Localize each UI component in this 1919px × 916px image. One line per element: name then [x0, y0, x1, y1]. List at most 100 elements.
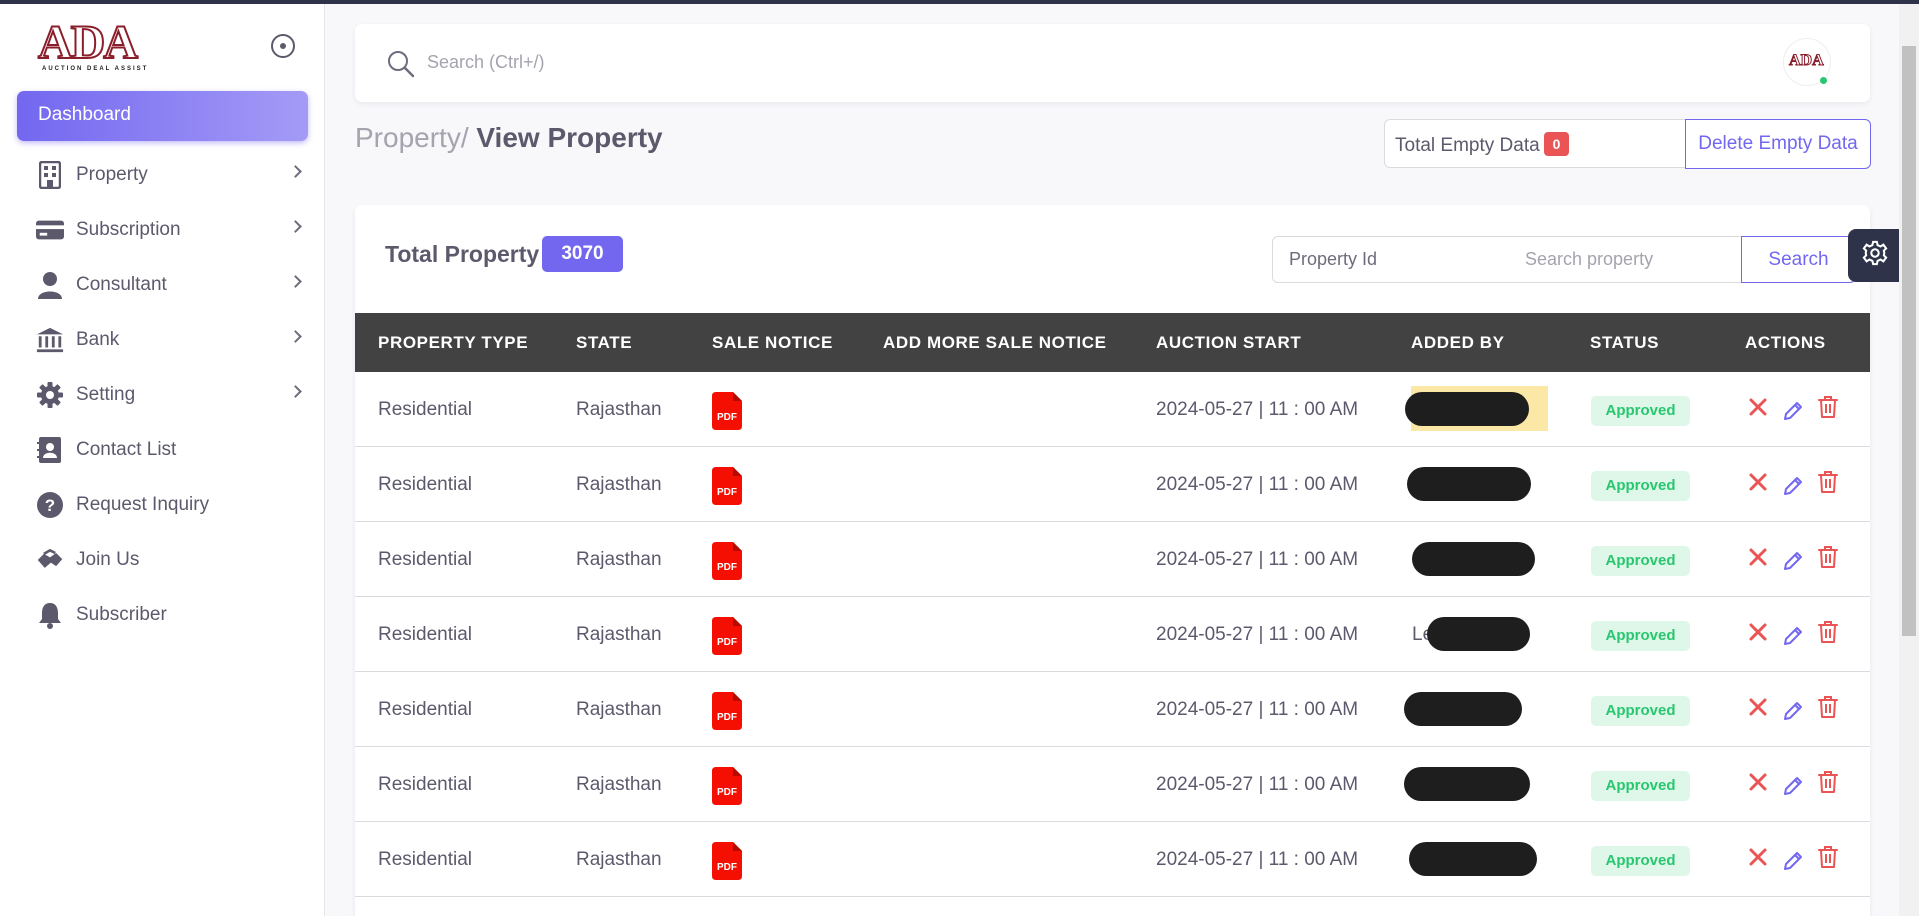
sidebar-item-label: Join Us — [76, 549, 140, 570]
pdf-label: PDF — [717, 787, 737, 798]
pdf-icon[interactable]: PDF — [712, 542, 742, 580]
global-search-input[interactable] — [427, 44, 927, 80]
chevron-right-icon — [289, 330, 302, 343]
property-id-input[interactable] — [1272, 236, 1508, 283]
cell-auction-start: 2024-05-27 | 11 : 00 AM — [1156, 624, 1359, 645]
sidebar-item-contact-list[interactable]: Contact List — [36, 430, 300, 470]
sidebar-item-setting[interactable]: Setting — [36, 375, 302, 415]
sidebar-item-subscription[interactable]: Subscription — [36, 210, 302, 250]
sidebar-item-label: Property — [76, 164, 148, 185]
table-header: PROPERTY TYPE STATE SALE NOTICE ADD MORE… — [355, 313, 1870, 372]
pdf-label: PDF — [717, 487, 737, 498]
breadcrumb: Property/ View Property — [355, 122, 663, 154]
reject-icon[interactable] — [1746, 619, 1770, 645]
reject-icon[interactable] — [1746, 769, 1770, 795]
status-badge: Approved — [1591, 546, 1690, 576]
redacted-name — [1409, 842, 1537, 876]
column-header-property-type[interactable]: PROPERTY TYPE — [378, 313, 528, 372]
reject-icon[interactable] — [1746, 544, 1770, 570]
edit-icon[interactable] — [1781, 398, 1805, 424]
search-property-input[interactable] — [1507, 236, 1743, 283]
pdf-icon[interactable]: PDF — [712, 692, 742, 730]
table-row: Residential Rajasthan PDF 2024-05-27 | 11 :… — [355, 822, 1870, 897]
column-header-status[interactable]: STATUS — [1590, 313, 1659, 372]
sidebar-item-dashboard[interactable]: Dashboard — [17, 91, 308, 141]
credit-card-icon — [36, 216, 64, 244]
delete-icon[interactable] — [1816, 394, 1840, 420]
user-icon — [36, 271, 64, 299]
theme-customizer-button[interactable] — [1848, 229, 1901, 282]
table-row: Residential Rajasthan PDF 2024-05-27 | 11 :… — [355, 747, 1870, 822]
cell-property-type: Residential — [378, 399, 472, 420]
pdf-label: PDF — [717, 412, 737, 423]
pdf-icon[interactable]: PDF — [712, 842, 742, 880]
sidebar-item-request-inquiry[interactable]: ? Request Inquiry — [36, 485, 300, 525]
reject-icon[interactable] — [1746, 844, 1770, 870]
pdf-icon[interactable]: PDF — [712, 767, 742, 805]
status-badge: Approved — [1591, 471, 1690, 501]
redacted-name — [1405, 392, 1529, 426]
edit-icon[interactable] — [1781, 848, 1805, 874]
column-header-added-by[interactable]: ADDED BY — [1411, 313, 1505, 372]
sidebar-item-property[interactable]: Property — [36, 155, 302, 195]
column-header-auction-start[interactable]: AUCTION START — [1156, 313, 1301, 372]
pdf-icon[interactable]: PDF — [712, 617, 742, 655]
cell-property-type: Residential — [378, 699, 472, 720]
column-header-add-more-sale-notice[interactable]: ADD MORE SALE NOTICE — [883, 313, 1107, 372]
cell-state: Rajasthan — [576, 699, 662, 720]
column-header-state[interactable]: STATE — [576, 313, 632, 372]
status-badge: Approved — [1591, 696, 1690, 726]
sidebar-item-join-us[interactable]: Join Us — [36, 540, 300, 580]
pdf-icon[interactable]: PDF — [712, 467, 742, 505]
page-scrollbar-thumb[interactable] — [1902, 46, 1916, 636]
logo-subtitle: AUCTION DEAL ASSIST — [42, 66, 149, 72]
sidebar-collapse-toggle[interactable] — [271, 34, 295, 58]
top-navbar: ADA — [355, 24, 1870, 102]
edit-icon[interactable] — [1781, 773, 1805, 799]
column-header-sale-notice[interactable]: SALE NOTICE — [712, 313, 833, 372]
gear-icon — [36, 381, 64, 409]
edit-icon[interactable] — [1781, 548, 1805, 574]
cell-auction-start: 2024-05-27 | 11 : 00 AM — [1156, 549, 1359, 570]
sidebar-item-consultant[interactable]: Consultant — [36, 265, 302, 305]
cell-state: Rajasthan — [576, 474, 662, 495]
search-icon[interactable] — [387, 50, 415, 78]
sidebar-item-label: Consultant — [76, 274, 167, 295]
edit-icon[interactable] — [1781, 698, 1805, 724]
reject-icon[interactable] — [1746, 694, 1770, 720]
sidebar-item-label: Subscriber — [76, 604, 167, 625]
delete-icon[interactable] — [1816, 469, 1840, 495]
column-header-actions[interactable]: ACTIONS — [1745, 313, 1826, 372]
delete-icon[interactable] — [1816, 769, 1840, 795]
logo-text: ADA — [37, 16, 139, 69]
pdf-label: PDF — [717, 712, 737, 723]
cell-auction-start: 2024-05-27 | 11 : 00 AM — [1156, 474, 1359, 495]
edit-icon[interactable] — [1781, 473, 1805, 499]
building-icon — [36, 161, 64, 189]
handshake-icon — [36, 546, 64, 574]
brand-logo[interactable]: ADA AUCTION DEAL ASSIST — [37, 16, 163, 74]
delete-icon[interactable] — [1816, 844, 1840, 870]
reject-icon[interactable] — [1746, 394, 1770, 420]
sidebar: ADA AUCTION DEAL ASSIST Dashboard Proper… — [0, 4, 325, 916]
edit-icon[interactable] — [1781, 623, 1805, 649]
contact-book-icon — [36, 436, 64, 464]
gear-icon — [1862, 240, 1888, 271]
cell-state: Rajasthan — [576, 399, 662, 420]
avatar-logo-text: ADA — [1789, 52, 1825, 70]
redacted-name — [1404, 767, 1530, 801]
total-empty-data: Total Empty Data 0 — [1384, 119, 1686, 168]
sidebar-item-subscriber[interactable]: Subscriber — [36, 595, 300, 635]
status-badge: Approved — [1591, 771, 1690, 801]
breadcrumb-parent[interactable]: Property/ — [355, 122, 469, 153]
pdf-icon[interactable]: PDF — [712, 392, 742, 430]
delete-empty-data-button[interactable]: Delete Empty Data — [1685, 119, 1871, 169]
cell-state: Rajasthan — [576, 624, 662, 645]
delete-icon[interactable] — [1816, 694, 1840, 720]
search-button[interactable]: Search — [1741, 236, 1856, 283]
sidebar-item-bank[interactable]: Bank — [36, 320, 302, 360]
delete-icon[interactable] — [1816, 619, 1840, 645]
reject-icon[interactable] — [1746, 469, 1770, 495]
property-list-card: Total Property 3070 Search PROPERTY TYPE… — [355, 205, 1870, 916]
delete-icon[interactable] — [1816, 544, 1840, 570]
